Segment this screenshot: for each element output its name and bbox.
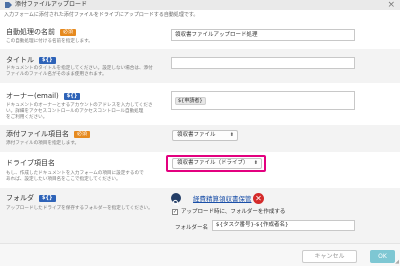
- field-label-folder: フォルダ ${}: [6, 193, 56, 203]
- close-icon[interactable]: ×: [387, 0, 395, 10]
- cancel-button[interactable]: キャンセル: [302, 250, 357, 263]
- search-glyph: [172, 199, 179, 206]
- row-drive-item: ドライブ項目名 もし、作成したドキュメントを入力フォームの項目に設定するので あ…: [0, 152, 400, 188]
- name-input[interactable]: 領収書ファイルアップロード処理: [171, 29, 355, 41]
- resize-grip-icon[interactable]: ◢: [395, 260, 399, 265]
- drive-item-select[interactable]: 領収書ファイル（ドライブ） ⬍: [172, 158, 262, 169]
- variable-badge: ${}: [39, 57, 56, 64]
- variable-badge: ${}: [63, 93, 81, 100]
- field-desc-owner-3: をご利用ください。: [6, 115, 48, 120]
- create-folder-label: アップロード時に、フォルダーを作成する: [181, 209, 286, 215]
- row-title: タイトル ${} ドキュメントのタイトルを指定してください。設定しない場合は、添付…: [0, 49, 400, 83]
- required-badge: 必須: [74, 131, 91, 138]
- attach-item-select[interactable]: 領収書ファイル ⬍: [172, 130, 238, 141]
- dialog-titlebar: 添付ファイルアップロード ×: [0, 0, 400, 10]
- ok-button[interactable]: OK: [370, 250, 395, 263]
- create-folder-checkbox[interactable]: ✓: [172, 209, 178, 215]
- field-desc-name: この自動処理に付ける名前を指定します。: [6, 39, 93, 44]
- folder-name-input[interactable]: ${タスク番号}-${作成者名}: [212, 220, 355, 231]
- field-label-title: タイトル ${}: [6, 55, 56, 65]
- field-label-attach: 添付ファイル項目名 必須: [6, 129, 91, 139]
- field-desc-folder: アップロードしたドライブを保存するフォルダーを指定してください。: [6, 206, 153, 211]
- row-name: 自動処理の名前 必須 この自動処理に付ける名前を指定します。 領収書ファイルアップ…: [0, 23, 400, 49]
- field-label-name: 自動処理の名前 必須: [6, 27, 77, 37]
- chevron-updown-icon: ⬍: [229, 132, 234, 138]
- owner-variable-chip[interactable]: ${申請者}: [175, 97, 206, 105]
- field-desc-title-2: ファイルのファイル名がそのまま使用されます。: [6, 72, 107, 77]
- delete-icon[interactable]: ✕: [253, 193, 264, 204]
- row-attach-item: 添付ファイル項目名 必須 添付ファイルの項目を指定します。 領収書ファイル ⬍: [0, 125, 400, 152]
- field-label-drive: ドライブ項目名: [6, 159, 55, 167]
- title-input[interactable]: [171, 57, 355, 69]
- folder-link[interactable]: 経費精算領収書保管: [193, 195, 252, 203]
- field-desc-drive-2: あれば、設定したい項目名をここで指定してください。: [6, 177, 121, 182]
- chevron-updown-icon: ⬍: [253, 160, 258, 166]
- dialog-title: 添付ファイルアップロード: [15, 1, 88, 8]
- dialog-subtitle: 入力フォームに添付された添付ファイルをドライブにアップロードする自動処理です。: [4, 12, 199, 18]
- field-desc-attach: 添付ファイルの項目を指定します。: [6, 141, 80, 146]
- variable-badge: ${}: [39, 195, 56, 202]
- tag-icon: [5, 2, 12, 8]
- field-label-owner: オーナー(email) ${}: [6, 91, 81, 101]
- search-icon[interactable]: [171, 193, 181, 206]
- required-badge: 必須: [60, 29, 77, 36]
- folder-name-label: フォルダー名: [175, 225, 209, 231]
